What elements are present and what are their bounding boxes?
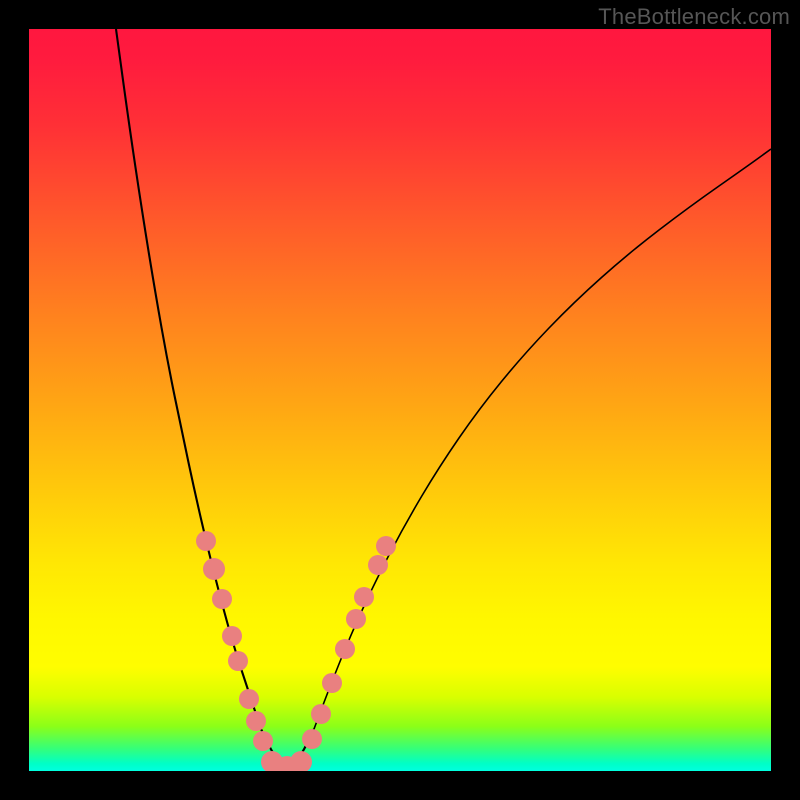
data-point xyxy=(203,558,225,580)
data-point xyxy=(228,651,248,671)
data-point xyxy=(222,626,242,646)
watermark-text: TheBottleneck.com xyxy=(598,4,790,30)
data-point xyxy=(354,587,374,607)
data-point xyxy=(311,704,331,724)
data-point xyxy=(322,673,342,693)
chart-frame: TheBottleneck.com xyxy=(0,0,800,800)
data-point xyxy=(376,536,396,556)
chart-svg xyxy=(29,29,771,771)
data-point xyxy=(253,731,273,751)
dots-group xyxy=(196,531,396,771)
plot-area xyxy=(29,29,771,771)
data-point xyxy=(246,711,266,731)
data-point xyxy=(302,729,322,749)
curve-left xyxy=(116,29,261,729)
curve-right xyxy=(314,149,771,729)
data-point xyxy=(290,751,312,771)
data-point xyxy=(368,555,388,575)
data-point xyxy=(196,531,216,551)
data-point xyxy=(335,639,355,659)
data-point xyxy=(212,589,232,609)
data-point xyxy=(346,609,366,629)
data-point xyxy=(239,689,259,709)
